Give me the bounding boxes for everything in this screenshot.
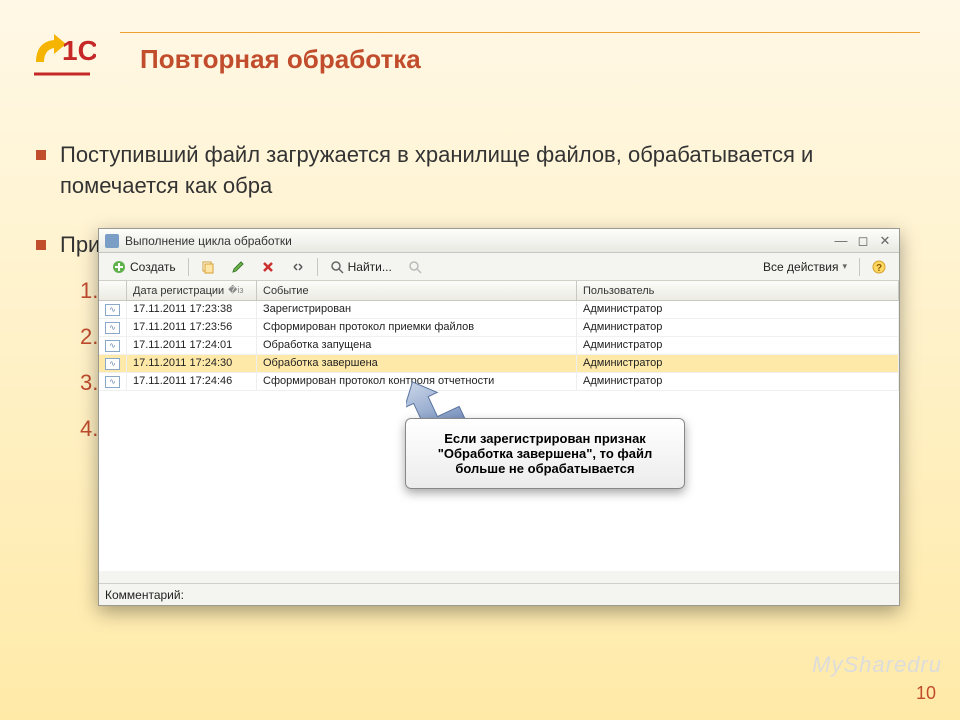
table-row[interactable]: ∿ 17.11.2011 17:24:01Обработка запущенаАд…	[99, 337, 899, 355]
svg-text:1C: 1C	[62, 35, 96, 66]
copy-button[interactable]	[194, 257, 222, 277]
toolbar-separator	[317, 258, 318, 276]
row-user: Администратор	[577, 301, 899, 318]
refresh-icon	[291, 260, 305, 274]
row-user: Администратор	[577, 373, 899, 390]
minimize-button[interactable]: —	[833, 233, 849, 249]
num-2: 2.	[80, 324, 98, 349]
row-event: Зарегистрирован	[257, 301, 577, 318]
column-header-icon[interactable]	[99, 281, 127, 300]
copy-icon	[201, 260, 215, 274]
all-actions-button[interactable]: Все действия ▾	[756, 257, 854, 277]
callout-tooltip: Если зарегистрирован признак "Обработка …	[405, 418, 685, 489]
num-3: 3.	[80, 370, 98, 395]
table-row[interactable]: ∿ 17.11.2011 17:23:56Сформирован протокол…	[99, 319, 899, 337]
row-icon-cell: ∿	[99, 373, 127, 390]
row-icon-cell: ∿	[99, 319, 127, 336]
create-label: Создать	[130, 260, 176, 274]
plus-icon	[112, 260, 126, 274]
row-event: Обработка завершена	[257, 355, 577, 372]
clear-search-button[interactable]	[401, 257, 429, 277]
record-icon: ∿	[105, 340, 120, 352]
refresh-button[interactable]	[284, 257, 312, 277]
record-icon: ∿	[105, 358, 120, 370]
comment-label: Комментарий:	[105, 588, 184, 602]
record-icon: ∿	[105, 304, 120, 316]
bullet-1-text: Поступивший файл загружается в хранилище…	[60, 140, 916, 202]
toolbar: Создать Найти... Все действия ▾ ?	[99, 253, 899, 281]
search-clear-icon	[408, 260, 422, 274]
table-row[interactable]: ∿ 17.11.2011 17:23:38ЗарегистрированАдмин…	[99, 301, 899, 319]
row-event: Сформирован протокол приемки файлов	[257, 319, 577, 336]
delete-icon	[261, 260, 275, 274]
window-icon	[105, 234, 119, 248]
logo-1c: 1C	[28, 22, 96, 82]
toolbar-separator	[859, 258, 860, 276]
edit-button[interactable]	[224, 257, 252, 277]
bullet-icon	[36, 150, 46, 160]
column-header-date[interactable]: Дата регистрации �із	[127, 281, 257, 300]
window-title: Выполнение цикла обработки	[125, 234, 833, 248]
callout-text: Если зарегистрирован признак "Обработка …	[438, 431, 653, 476]
title-divider	[120, 32, 920, 33]
toolbar-separator	[188, 258, 189, 276]
row-date: 17.11.2011 17:23:38	[127, 301, 257, 318]
maximize-button[interactable]: ◻	[855, 233, 871, 249]
window-titlebar[interactable]: Выполнение цикла обработки — ◻ ✕	[99, 229, 899, 253]
row-icon-cell: ∿	[99, 355, 127, 372]
help-icon: ?	[872, 260, 886, 274]
find-button[interactable]: Найти...	[323, 257, 399, 277]
row-icon-cell: ∿	[99, 301, 127, 318]
create-button[interactable]: Создать	[105, 257, 183, 277]
watermark: MySharedru	[812, 652, 942, 678]
comment-bar: Комментарий:	[99, 583, 899, 605]
column-header-user[interactable]: Пользователь	[577, 281, 899, 300]
page-number: 10	[916, 683, 936, 704]
row-date: 17.11.2011 17:23:56	[127, 319, 257, 336]
delete-button[interactable]	[254, 257, 282, 277]
row-user: Администратор	[577, 337, 899, 354]
bullet-2-prefix: При	[60, 230, 100, 261]
table-row[interactable]: ∿17.11.2011 17:24:46Сформирован протокол…	[99, 373, 899, 391]
close-button[interactable]: ✕	[877, 233, 893, 249]
row-user: Администратор	[577, 355, 899, 372]
row-date: 17.11.2011 17:24:46	[127, 373, 257, 390]
pencil-icon	[231, 260, 245, 274]
bullet-icon	[36, 240, 46, 250]
num-4: 4.	[80, 416, 98, 441]
sort-indicator-icon: �із	[228, 285, 243, 296]
all-actions-label: Все действия	[763, 260, 838, 274]
record-icon: ∿	[105, 322, 120, 334]
search-icon	[330, 260, 344, 274]
processing-cycle-window: Выполнение цикла обработки — ◻ ✕ Создать…	[98, 228, 900, 606]
column-header-event[interactable]: Событие	[257, 281, 577, 300]
row-date: 17.11.2011 17:24:30	[127, 355, 257, 372]
row-event: Обработка запущена	[257, 337, 577, 354]
find-label: Найти...	[348, 260, 392, 274]
row-user: Администратор	[577, 319, 899, 336]
num-1: 1.	[80, 278, 98, 303]
row-icon-cell: ∿	[99, 337, 127, 354]
svg-text:?: ?	[876, 263, 882, 274]
record-icon: ∿	[105, 376, 120, 388]
grid-header-row: Дата регистрации �із Событие Пользовател…	[99, 281, 899, 301]
help-button[interactable]: ?	[865, 257, 893, 277]
chevron-down-icon: ▾	[842, 261, 847, 272]
slide-title: Повторная обработка	[140, 44, 421, 75]
row-date: 17.11.2011 17:24:01	[127, 337, 257, 354]
table-row[interactable]: ∿ 17.11.2011 17:24:30Обработка завершенаА…	[99, 355, 899, 373]
